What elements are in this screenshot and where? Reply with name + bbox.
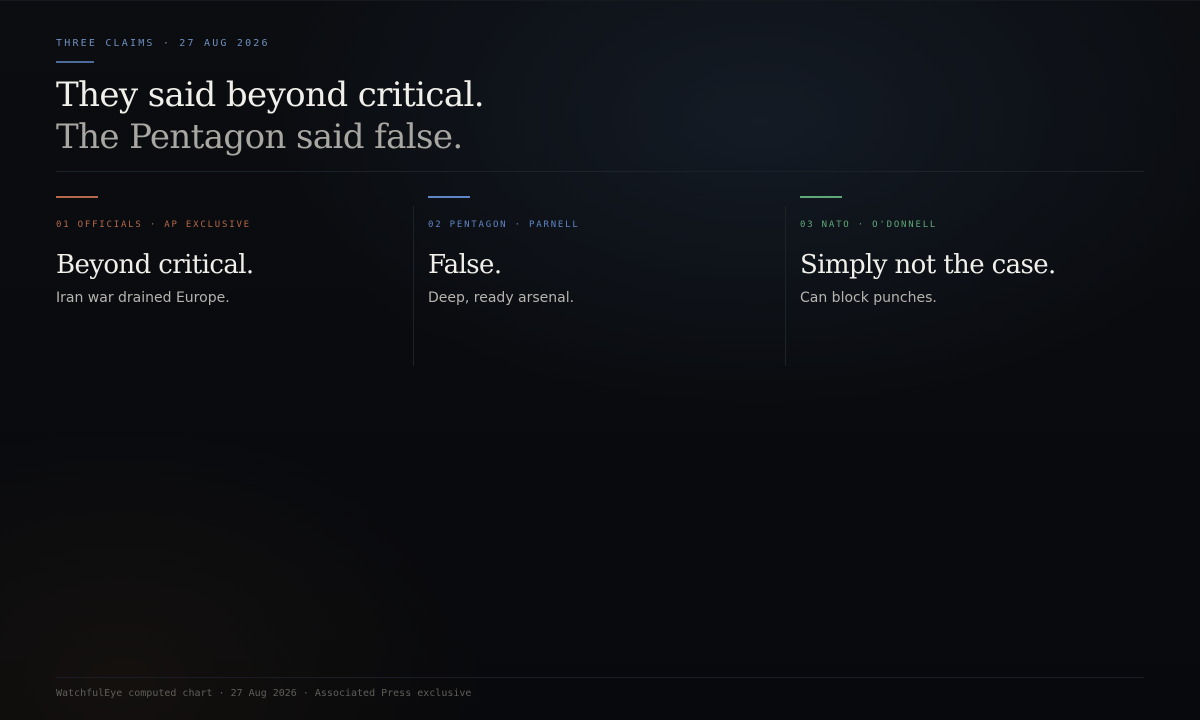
claim-title: False. — [428, 250, 502, 280]
claim-subtitle: Deep, ready arsenal. — [428, 290, 575, 306]
claim-card-nato: 03 NATO · O'DONNELL Simply not the case.… — [800, 196, 1140, 366]
claim-accent-rule — [800, 196, 842, 198]
eyebrow-rule — [56, 61, 94, 63]
claim-accent-rule — [428, 196, 470, 198]
footer-credit: WatchfulEye computed chart · 27 Aug 2026… — [56, 688, 472, 699]
column-divider — [413, 206, 414, 366]
claim-subtitle: Can block punches. — [800, 290, 937, 306]
claim-title: Beyond critical. — [56, 250, 254, 280]
claim-accent-rule — [56, 196, 98, 198]
eyebrow-label: THREE CLAIMS · 27 AUG 2026 — [56, 38, 270, 49]
headline: They said beyond critical. The Pentagon … — [56, 74, 485, 158]
column-divider — [785, 206, 786, 366]
claim-card-officials: 01 OFFICIALS · AP EXCLUSIVE Beyond criti… — [56, 196, 396, 366]
footer-divider — [56, 677, 1144, 678]
claim-label: 01 OFFICIALS · AP EXCLUSIVE — [56, 220, 251, 230]
claim-subtitle: Iran war drained Europe. — [56, 290, 230, 306]
headline-line-1: They said beyond critical. — [56, 75, 485, 115]
claim-title: Simply not the case. — [800, 250, 1056, 280]
claim-card-pentagon: 02 PENTAGON · PARNELL False. Deep, ready… — [428, 196, 768, 366]
claim-label: 03 NATO · O'DONNELL — [800, 220, 938, 230]
headline-line-2: The Pentagon said false. — [56, 117, 463, 157]
claim-label: 02 PENTAGON · PARNELL — [428, 220, 580, 230]
header-divider — [56, 171, 1144, 172]
